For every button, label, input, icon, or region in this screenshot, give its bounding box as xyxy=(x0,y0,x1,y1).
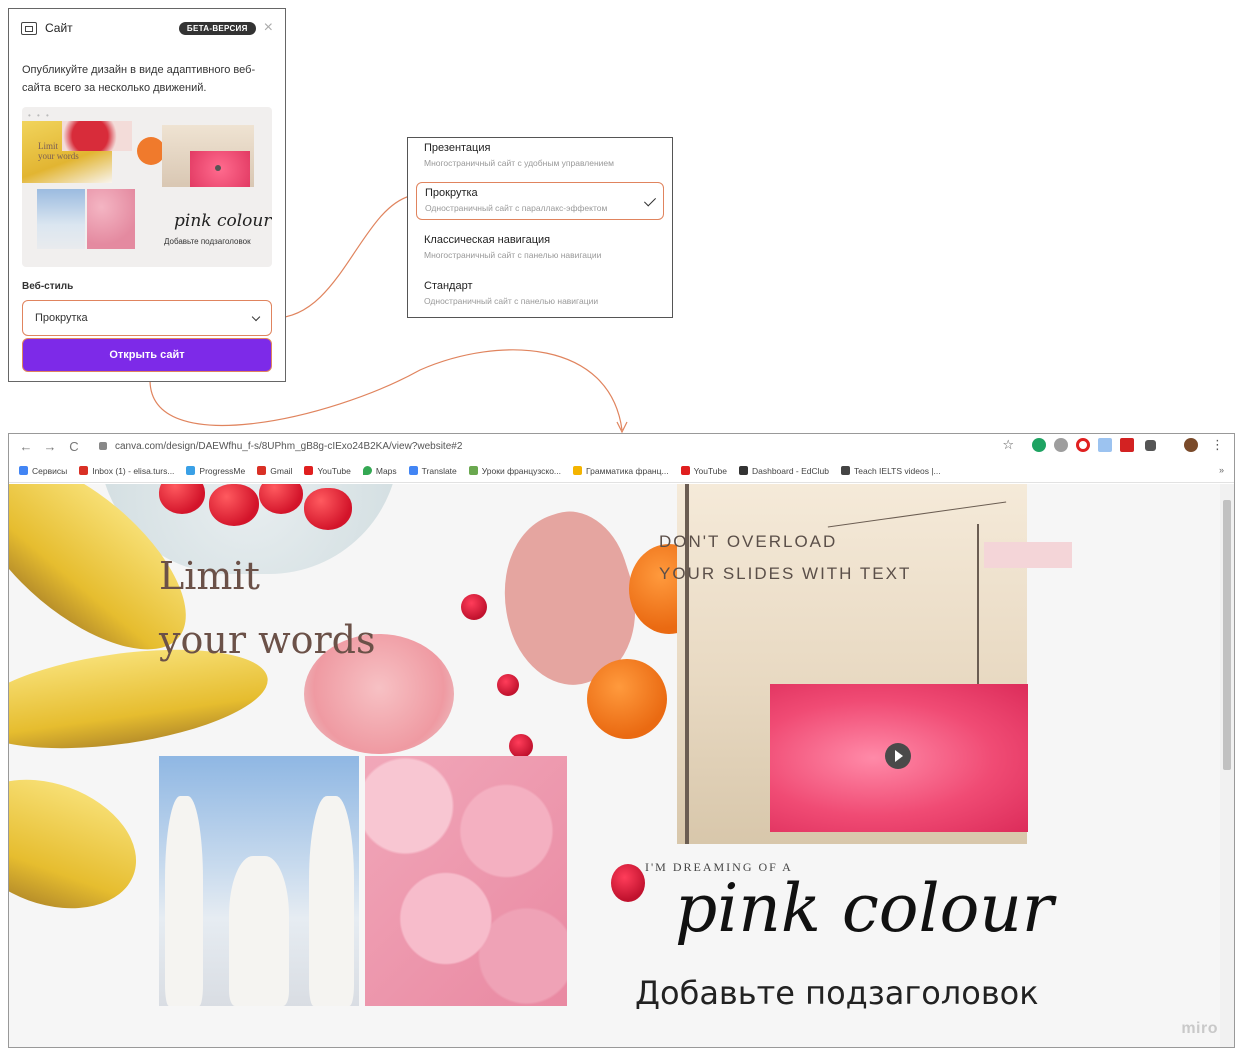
web-style-value: Прокрутка xyxy=(35,312,88,324)
forward-icon[interactable]: → xyxy=(41,439,59,454)
close-icon[interactable]: × xyxy=(264,20,273,36)
web-style-options: Презентация Многостраничный сайт с удобн… xyxy=(407,137,673,318)
bookmark-item[interactable]: Dashboard - EdClub xyxy=(738,466,829,476)
bookmark-item[interactable]: Translate xyxy=(408,466,457,476)
leaf-icon xyxy=(468,466,478,475)
chevron-down-icon xyxy=(251,312,261,321)
thumb-subheading: Добавьте подзаголовок xyxy=(164,237,251,246)
vertical-scrollbar[interactable] xyxy=(1220,484,1234,1047)
extensions-puzzle-icon[interactable] xyxy=(1145,440,1156,451)
lock-icon xyxy=(99,442,107,450)
scrollbar-thumb[interactable] xyxy=(1223,500,1231,770)
website-icon xyxy=(21,21,37,35)
browser-toolbar: ← → C canva.com/design/DAEWfhu_f-s/8UPhm… xyxy=(9,434,1234,458)
web-style-select[interactable]: Прокрутка xyxy=(22,300,272,336)
gmail-icon xyxy=(79,466,89,475)
edclub-icon xyxy=(738,466,748,475)
website-publish-panel: Сайт БЕТА-ВЕРСИЯ × Опубликуйте дизайн в … xyxy=(8,8,286,382)
bookmark-item[interactable]: Грамматика франц... xyxy=(573,466,669,476)
subheading-text: Добавьте подзаголовок xyxy=(635,974,1039,1012)
bookmark-item[interactable]: Сервисы xyxy=(19,466,67,476)
menu-dots-icon[interactable]: ⋮ xyxy=(1211,437,1224,453)
website-preview-thumbnail: • • • Limit your words pink colour Добав… xyxy=(22,107,272,267)
address-bar[interactable]: canva.com/design/DAEWfhu_f-s/8UPhm_gB8g-… xyxy=(115,441,462,452)
extension-grammarly-icon[interactable] xyxy=(1032,438,1046,452)
browser-window: ← → C canva.com/design/DAEWfhu_f-s/8UPhm… xyxy=(8,433,1235,1048)
bookmark-item[interactable]: YouTube xyxy=(304,466,351,476)
website-viewport[interactable]: Limit your words DON'T OVERLOAD YOUR SLI… xyxy=(9,484,1221,1047)
bookmark-item[interactable]: ProgressMe xyxy=(186,466,245,476)
play-icon[interactable] xyxy=(885,743,911,769)
back-icon[interactable]: ← xyxy=(17,439,35,454)
bookmarks-bar: Сервисы Inbox (1) - elisa.turs... Progre… xyxy=(9,459,1234,483)
apps-grid-icon xyxy=(19,466,28,475)
limit-words-heading: Limit your words xyxy=(159,554,376,662)
thumb-heading: Limit your words xyxy=(38,141,79,161)
miro-watermark: miro xyxy=(1181,1020,1218,1037)
avatar[interactable] xyxy=(1184,438,1198,452)
bookmark-star-icon[interactable]: ☆ xyxy=(1002,437,1014,453)
maps-pin-icon xyxy=(362,466,372,475)
extension-opera-icon[interactable] xyxy=(1076,438,1090,452)
grid-icon xyxy=(841,466,850,475)
play-icon xyxy=(215,165,221,171)
panel-description: Опубликуйте дизайн в виде адаптивного ве… xyxy=(22,64,256,94)
youtube-icon xyxy=(304,466,314,475)
document-icon xyxy=(573,466,583,475)
rose-petals-photo xyxy=(365,756,567,1006)
bookmark-item[interactable]: Gmail xyxy=(257,466,292,476)
bookmark-item[interactable]: Teach IELTS videos |... xyxy=(841,466,941,476)
gmail-icon xyxy=(257,466,267,475)
pink-colour-heading: pink colour xyxy=(675,870,1054,947)
youtube-icon xyxy=(680,466,690,475)
option-classic-navigation[interactable]: Классическая навигация Многостраничный с… xyxy=(416,230,664,268)
bookmark-item[interactable]: Inbox (1) - elisa.turs... xyxy=(79,466,174,476)
extension-camera-icon[interactable] xyxy=(1054,438,1068,452)
open-site-button[interactable]: Открыть сайт xyxy=(22,338,272,372)
bookmarks-overflow-icon[interactable]: » xyxy=(1219,465,1224,475)
beta-badge: БЕТА-ВЕРСИЯ xyxy=(178,21,256,35)
web-style-label: Веб-стиль xyxy=(22,281,74,292)
girls-photo xyxy=(159,756,359,1006)
bookmark-item[interactable]: Maps xyxy=(362,466,397,476)
dont-overload-heading: DON'T OVERLOAD YOUR SLIDES WITH TEXT xyxy=(659,532,912,583)
extension-pdf-icon[interactable] xyxy=(1120,438,1134,452)
option-scroll[interactable]: Прокрутка Одностраничный сайт с параллак… xyxy=(416,182,664,220)
option-standard[interactable]: Стандарт Одностраничный сайт с панелью н… xyxy=(416,276,664,314)
reload-icon[interactable]: C xyxy=(65,439,83,454)
progressme-icon xyxy=(186,466,196,475)
panel-header: Сайт БЕТА-ВЕРСИЯ × xyxy=(21,18,273,38)
bookmark-item[interactable]: YouTube xyxy=(680,466,727,476)
bookmark-item[interactable]: Уроки французско... xyxy=(468,466,561,476)
translate-icon xyxy=(408,466,418,475)
panel-title: Сайт xyxy=(45,21,73,35)
option-presentation[interactable]: Презентация Многостраничный сайт с удобн… xyxy=(416,138,664,176)
thumb-pink-text: pink colour xyxy=(174,211,272,231)
extension-doc-icon[interactable] xyxy=(1098,438,1112,452)
window-dots-icon: • • • xyxy=(28,111,51,120)
